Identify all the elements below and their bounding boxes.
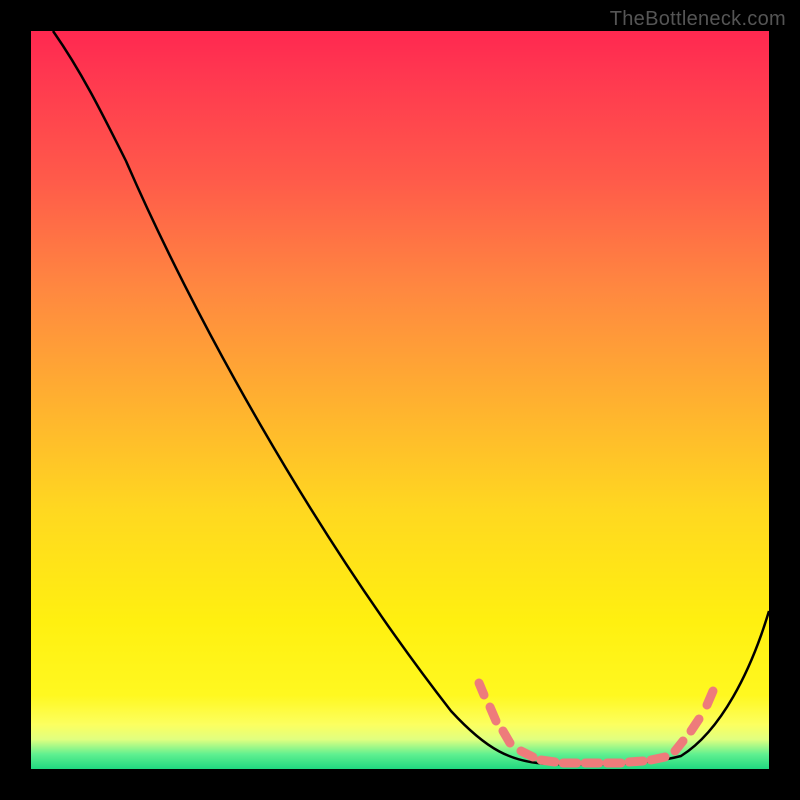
- curve-layer: [31, 31, 769, 769]
- watermark: TheBottleneck.com: [610, 8, 786, 31]
- bottleneck-curve: [53, 31, 769, 764]
- plot-area: [31, 31, 769, 769]
- valley-markers: [479, 683, 713, 763]
